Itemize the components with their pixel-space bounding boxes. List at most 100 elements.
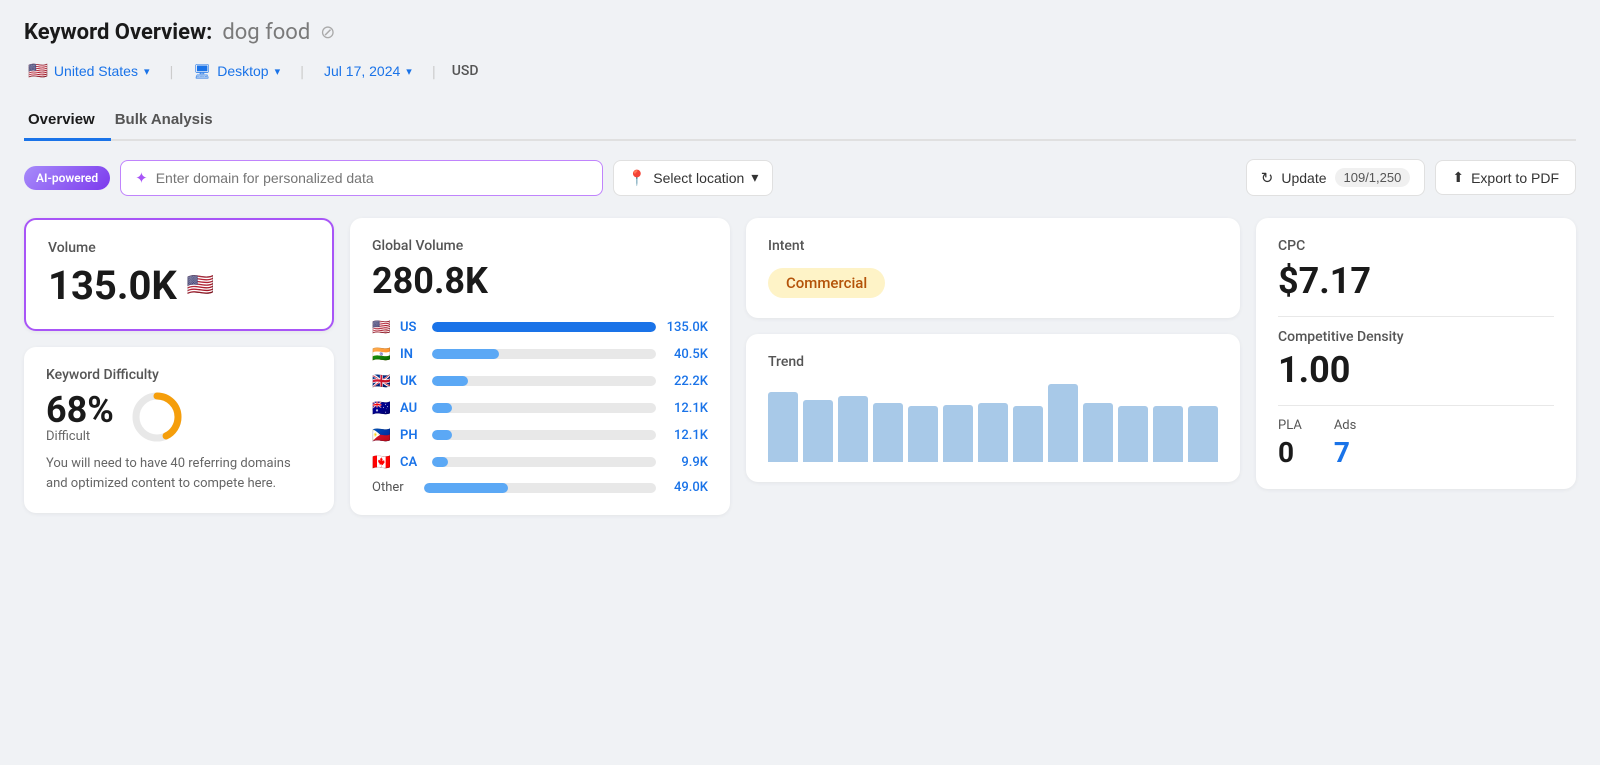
ads-label: Ads: [1334, 418, 1357, 433]
volume-number: 135.0K: [48, 262, 177, 309]
tab-bulk-analysis[interactable]: Bulk Analysis: [111, 103, 229, 141]
trend-bar-7: [1013, 406, 1043, 462]
device-filter-button[interactable]: 🖥 Desktop ▾: [189, 61, 284, 82]
export-button[interactable]: ⬆ Export to PDF: [1435, 160, 1576, 195]
volume-card: Volume 135.0K 🇺🇸: [24, 218, 334, 331]
volume-value: 135.0K 🇺🇸: [48, 262, 310, 309]
select-location-label: Select location: [653, 170, 744, 186]
intent-badge: Commercial: [768, 268, 885, 298]
ph-bar-bg: [432, 430, 656, 440]
col-volume-kd: Volume 135.0K 🇺🇸 Keyword Difficulty 68% …: [24, 218, 334, 513]
ph-flag: 🇵🇭: [372, 426, 392, 444]
other-label: Other: [372, 480, 416, 495]
trend-bar-8: [1048, 384, 1078, 462]
cpc-label: CPC: [1278, 238, 1554, 254]
currency-label: USD: [452, 63, 479, 79]
us-bar-fill: [432, 322, 656, 332]
au-code: AU: [400, 401, 424, 416]
in-val: 40.5K: [664, 347, 708, 362]
country-row-ph: 🇵🇭 PH 12.1K: [372, 426, 708, 444]
location-filter-button[interactable]: 🇺🇸 United States ▾: [24, 59, 154, 83]
ads-item: Ads 7: [1334, 418, 1357, 469]
in-flag: 🇮🇳: [372, 345, 392, 363]
other-bar-fill: [424, 483, 508, 493]
kd-value-wrap: 68% Difficult: [46, 389, 114, 444]
global-volume-label: Global Volume: [372, 238, 708, 254]
ph-val: 12.1K: [664, 428, 708, 443]
device-chevron-icon: ▾: [275, 65, 281, 78]
in-bar-fill: [432, 349, 499, 359]
filter-divider-1: |: [170, 62, 174, 81]
date-filter-label: Jul 17, 2024: [324, 63, 400, 79]
location-filter-label: United States: [54, 63, 138, 79]
us-code: US: [400, 320, 424, 335]
kd-label: Keyword Difficulty: [46, 367, 312, 383]
uk-flag: 🇬🇧: [372, 372, 392, 390]
trend-bar-1: [803, 400, 833, 462]
col-intent-trend: Intent Commercial Trend: [746, 218, 1240, 482]
ads-value: 7: [1334, 436, 1357, 469]
in-code: IN: [400, 347, 424, 362]
trend-bar-4: [908, 406, 938, 462]
verified-icon: ⊘: [320, 22, 335, 43]
filter-divider-3: |: [432, 62, 436, 81]
us-flag: 🇺🇸: [372, 318, 392, 336]
ca-bar-fill: [432, 457, 448, 467]
trend-bar-9: [1083, 403, 1113, 462]
ph-code: PH: [400, 428, 424, 443]
au-val: 12.1K: [664, 401, 708, 416]
uk-bar-fill: [432, 376, 468, 386]
us-flag-icon: 🇺🇸: [28, 61, 48, 81]
export-label: Export to PDF: [1471, 170, 1559, 186]
select-location-button[interactable]: 📍 Select location ▾: [613, 160, 774, 196]
kd-difficulty-label: Difficult: [46, 429, 114, 444]
uk-bar-bg: [432, 376, 656, 386]
cpc-value: $7.17: [1278, 260, 1554, 302]
other-val: 49.0K: [664, 480, 708, 495]
filter-divider-2: |: [300, 62, 304, 81]
volume-label: Volume: [48, 240, 310, 256]
us-bar-bg: [432, 322, 656, 332]
pla-item: PLA 0: [1278, 418, 1302, 469]
trend-bar-6: [978, 403, 1008, 462]
location-chevron-icon: ▾: [144, 65, 150, 78]
ca-code: CA: [400, 455, 424, 470]
ca-flag: 🇨🇦: [372, 453, 392, 471]
pla-ads-row: PLA 0 Ads 7: [1278, 418, 1554, 469]
cards-grid: Volume 135.0K 🇺🇸 Keyword Difficulty 68% …: [24, 218, 1576, 515]
sparkle-icon: ✦: [135, 169, 148, 187]
pla-value: 0: [1278, 436, 1302, 469]
kd-donut-chart: [130, 390, 184, 444]
us-val: 135.0K: [664, 320, 708, 335]
country-row-au: 🇦🇺 AU 12.1K: [372, 399, 708, 417]
domain-input-wrap[interactable]: ✦: [120, 160, 602, 196]
kd-card: Keyword Difficulty 68% Difficult You wil…: [24, 347, 334, 513]
global-volume-value: 280.8K: [372, 260, 708, 302]
device-filter-label: Desktop: [217, 63, 268, 79]
comp-density-value: 1.00: [1278, 349, 1554, 391]
other-row: Other 49.0K: [372, 480, 708, 495]
cpc-divider: [1278, 316, 1554, 317]
date-filter-button[interactable]: Jul 17, 2024 ▾: [320, 61, 416, 81]
domain-input[interactable]: [156, 170, 588, 186]
ca-bar-bg: [432, 457, 656, 467]
au-bar-fill: [432, 403, 452, 413]
trend-bar-10: [1118, 406, 1148, 462]
country-row-uk: 🇬🇧 UK 22.2K: [372, 372, 708, 390]
country-row-ca: 🇨🇦 CA 9.9K: [372, 453, 708, 471]
tabs-row: Overview Bulk Analysis: [24, 103, 1576, 141]
export-icon: ⬆: [1452, 169, 1464, 186]
trend-card: Trend: [746, 334, 1240, 482]
location-pin-icon: 📍: [628, 169, 647, 187]
tab-overview[interactable]: Overview: [24, 103, 111, 141]
au-bar-bg: [432, 403, 656, 413]
pla-label: PLA: [1278, 418, 1302, 433]
update-button[interactable]: ↻ Update 109/1,250: [1246, 159, 1426, 196]
update-count-badge: 109/1,250: [1335, 168, 1411, 187]
trend-bar-0: [768, 392, 798, 462]
intent-card: Intent Commercial: [746, 218, 1240, 318]
page-title-query: dog food: [222, 20, 310, 45]
uk-code: UK: [400, 374, 424, 389]
monitor-icon: 🖥: [193, 63, 211, 80]
date-chevron-icon: ▾: [406, 65, 412, 78]
